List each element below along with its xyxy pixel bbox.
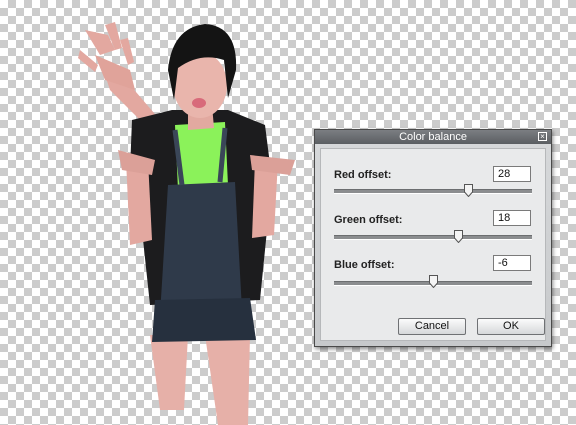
close-icon[interactable]: × (538, 132, 547, 141)
dialog-titlebar[interactable]: Color balance × (315, 130, 551, 144)
red-offset-label: Red offset: (334, 169, 392, 181)
blue-offset-slider-thumb[interactable] (429, 275, 438, 288)
green-offset-track[interactable] (334, 235, 532, 240)
color-balance-dialog: Color balance × Red offset: Green offset… (314, 129, 552, 347)
settings-panel: Red offset: Green offset: Blue offset: C… (320, 148, 546, 341)
red-offset-field[interactable] (493, 166, 531, 182)
red-offset-slider-thumb[interactable] (464, 184, 473, 197)
blue-offset-label: Blue offset: (334, 259, 395, 271)
green-offset-slider-thumb[interactable] (454, 230, 463, 243)
person-photo (78, 22, 295, 425)
dialog-title: Color balance (399, 131, 467, 143)
green-offset-field[interactable] (493, 210, 531, 226)
cancel-button[interactable]: Cancel (398, 318, 466, 335)
green-offset-label: Green offset: (334, 214, 403, 226)
ok-button[interactable]: OK (477, 318, 545, 335)
red-offset-track[interactable] (334, 189, 532, 194)
blue-offset-field[interactable] (493, 255, 531, 271)
